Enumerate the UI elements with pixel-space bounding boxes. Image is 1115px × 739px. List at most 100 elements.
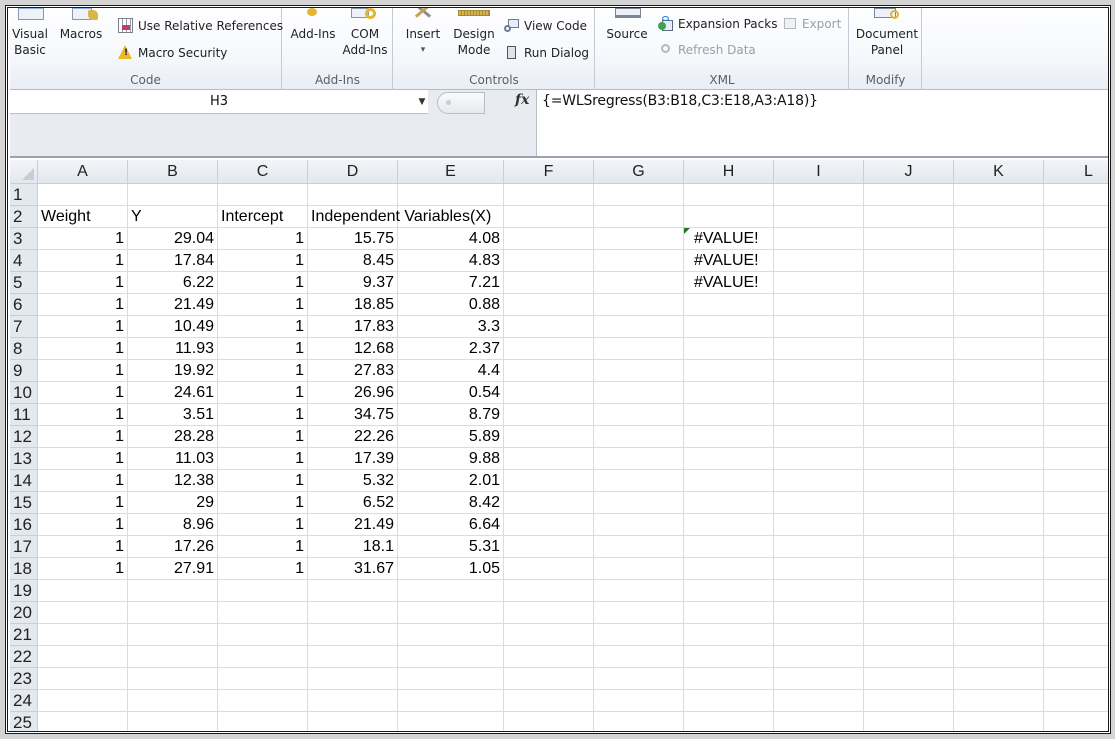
cell-c20[interactable] <box>218 602 308 624</box>
cell-g16[interactable] <box>594 514 684 536</box>
cell-g13[interactable] <box>594 448 684 470</box>
cell-k24[interactable] <box>954 690 1044 712</box>
cell-g10[interactable] <box>594 382 684 404</box>
insert-function-icon[interactable]: fx <box>515 92 529 108</box>
macro-security-button[interactable]: ! Macro Security <box>118 45 227 60</box>
cell-a10[interactable]: 1 <box>38 382 128 404</box>
cell-l17[interactable] <box>1044 536 1108 558</box>
cell-l4[interactable] <box>1044 250 1108 272</box>
row-header-14[interactable]: 14 <box>10 470 38 492</box>
cell-i9[interactable] <box>774 360 864 382</box>
cell-c7[interactable]: 1 <box>218 316 308 338</box>
cell-c19[interactable] <box>218 580 308 602</box>
cell-d3[interactable]: 15.75 <box>308 228 398 250</box>
cell-b13[interactable]: 11.03 <box>128 448 218 470</box>
row-header-12[interactable]: 12 <box>10 426 38 448</box>
use-relative-references-button[interactable]: Use Relative References <box>118 18 283 33</box>
cell-c24[interactable] <box>218 690 308 712</box>
cell-c23[interactable] <box>218 668 308 690</box>
cell-l8[interactable] <box>1044 338 1108 360</box>
cell-f8[interactable] <box>504 338 594 360</box>
cell-b18[interactable]: 27.91 <box>128 558 218 580</box>
cell-h19[interactable] <box>684 580 774 602</box>
cell-a3[interactable]: 1 <box>38 228 128 250</box>
insert-controls-button[interactable]: Insert ▾ <box>400 8 446 58</box>
cell-e9[interactable]: 4.4 <box>398 360 504 382</box>
cell-j19[interactable] <box>864 580 954 602</box>
export-button[interactable]: Export <box>782 16 841 31</box>
cell-i13[interactable] <box>774 448 864 470</box>
row-header-8[interactable]: 8 <box>10 338 38 360</box>
cell-k18[interactable] <box>954 558 1044 580</box>
cell-l19[interactable] <box>1044 580 1108 602</box>
cell-h10[interactable] <box>684 382 774 404</box>
formula-bar-expand-handle[interactable] <box>437 92 485 114</box>
cell-l25[interactable] <box>1044 712 1108 731</box>
cell-j1[interactable] <box>864 184 954 206</box>
cell-e14[interactable]: 2.01 <box>398 470 504 492</box>
cell-f4[interactable] <box>504 250 594 272</box>
cell-g9[interactable] <box>594 360 684 382</box>
cell-g22[interactable] <box>594 646 684 668</box>
cell-e23[interactable] <box>398 668 504 690</box>
cell-a17[interactable]: 1 <box>38 536 128 558</box>
cell-h25[interactable] <box>684 712 774 731</box>
cell-d25[interactable] <box>308 712 398 731</box>
cell-j17[interactable] <box>864 536 954 558</box>
cell-a14[interactable]: 1 <box>38 470 128 492</box>
cell-h12[interactable] <box>684 426 774 448</box>
cell-e15[interactable]: 8.42 <box>398 492 504 514</box>
cell-b12[interactable]: 28.28 <box>128 426 218 448</box>
cell-k25[interactable] <box>954 712 1044 731</box>
cell-i6[interactable] <box>774 294 864 316</box>
cell-h5[interactable]: #VALUE! <box>684 272 774 294</box>
cell-j15[interactable] <box>864 492 954 514</box>
cell-h14[interactable] <box>684 470 774 492</box>
cell-e10[interactable]: 0.54 <box>398 382 504 404</box>
cell-d14[interactable]: 5.32 <box>308 470 398 492</box>
cell-b24[interactable] <box>128 690 218 712</box>
cell-c5[interactable]: 1 <box>218 272 308 294</box>
cell-i11[interactable] <box>774 404 864 426</box>
cell-b15[interactable]: 29 <box>128 492 218 514</box>
cell-a4[interactable]: 1 <box>38 250 128 272</box>
row-header-22[interactable]: 22 <box>10 646 38 668</box>
cell-h15[interactable] <box>684 492 774 514</box>
cell-l23[interactable] <box>1044 668 1108 690</box>
cell-d18[interactable]: 31.67 <box>308 558 398 580</box>
cell-h24[interactable] <box>684 690 774 712</box>
column-header-f[interactable]: F <box>504 160 594 184</box>
cell-k4[interactable] <box>954 250 1044 272</box>
cell-j3[interactable] <box>864 228 954 250</box>
cell-e12[interactable]: 5.89 <box>398 426 504 448</box>
cell-f21[interactable] <box>504 624 594 646</box>
cell-e20[interactable] <box>398 602 504 624</box>
cell-d17[interactable]: 18.1 <box>308 536 398 558</box>
row-header-16[interactable]: 16 <box>10 514 38 536</box>
cell-e19[interactable] <box>398 580 504 602</box>
cell-h1[interactable] <box>684 184 774 206</box>
name-box[interactable]: H3 <box>10 90 428 114</box>
cell-a5[interactable]: 1 <box>38 272 128 294</box>
cell-k14[interactable] <box>954 470 1044 492</box>
cell-i14[interactable] <box>774 470 864 492</box>
cell-d22[interactable] <box>308 646 398 668</box>
cell-b8[interactable]: 11.93 <box>128 338 218 360</box>
cell-c2[interactable]: Intercept <box>218 206 308 228</box>
cell-j12[interactable] <box>864 426 954 448</box>
cell-k8[interactable] <box>954 338 1044 360</box>
cell-k13[interactable] <box>954 448 1044 470</box>
cell-a19[interactable] <box>38 580 128 602</box>
cell-h11[interactable] <box>684 404 774 426</box>
cell-l3[interactable] <box>1044 228 1108 250</box>
cell-f3[interactable] <box>504 228 594 250</box>
cell-i25[interactable] <box>774 712 864 731</box>
column-header-g[interactable]: G <box>594 160 684 184</box>
cell-k12[interactable] <box>954 426 1044 448</box>
cell-l24[interactable] <box>1044 690 1108 712</box>
cell-c6[interactable]: 1 <box>218 294 308 316</box>
cell-l14[interactable] <box>1044 470 1108 492</box>
cell-b19[interactable] <box>128 580 218 602</box>
macros-button[interactable]: Macros <box>54 8 108 42</box>
run-dialog-button[interactable]: Run Dialog <box>504 45 589 60</box>
